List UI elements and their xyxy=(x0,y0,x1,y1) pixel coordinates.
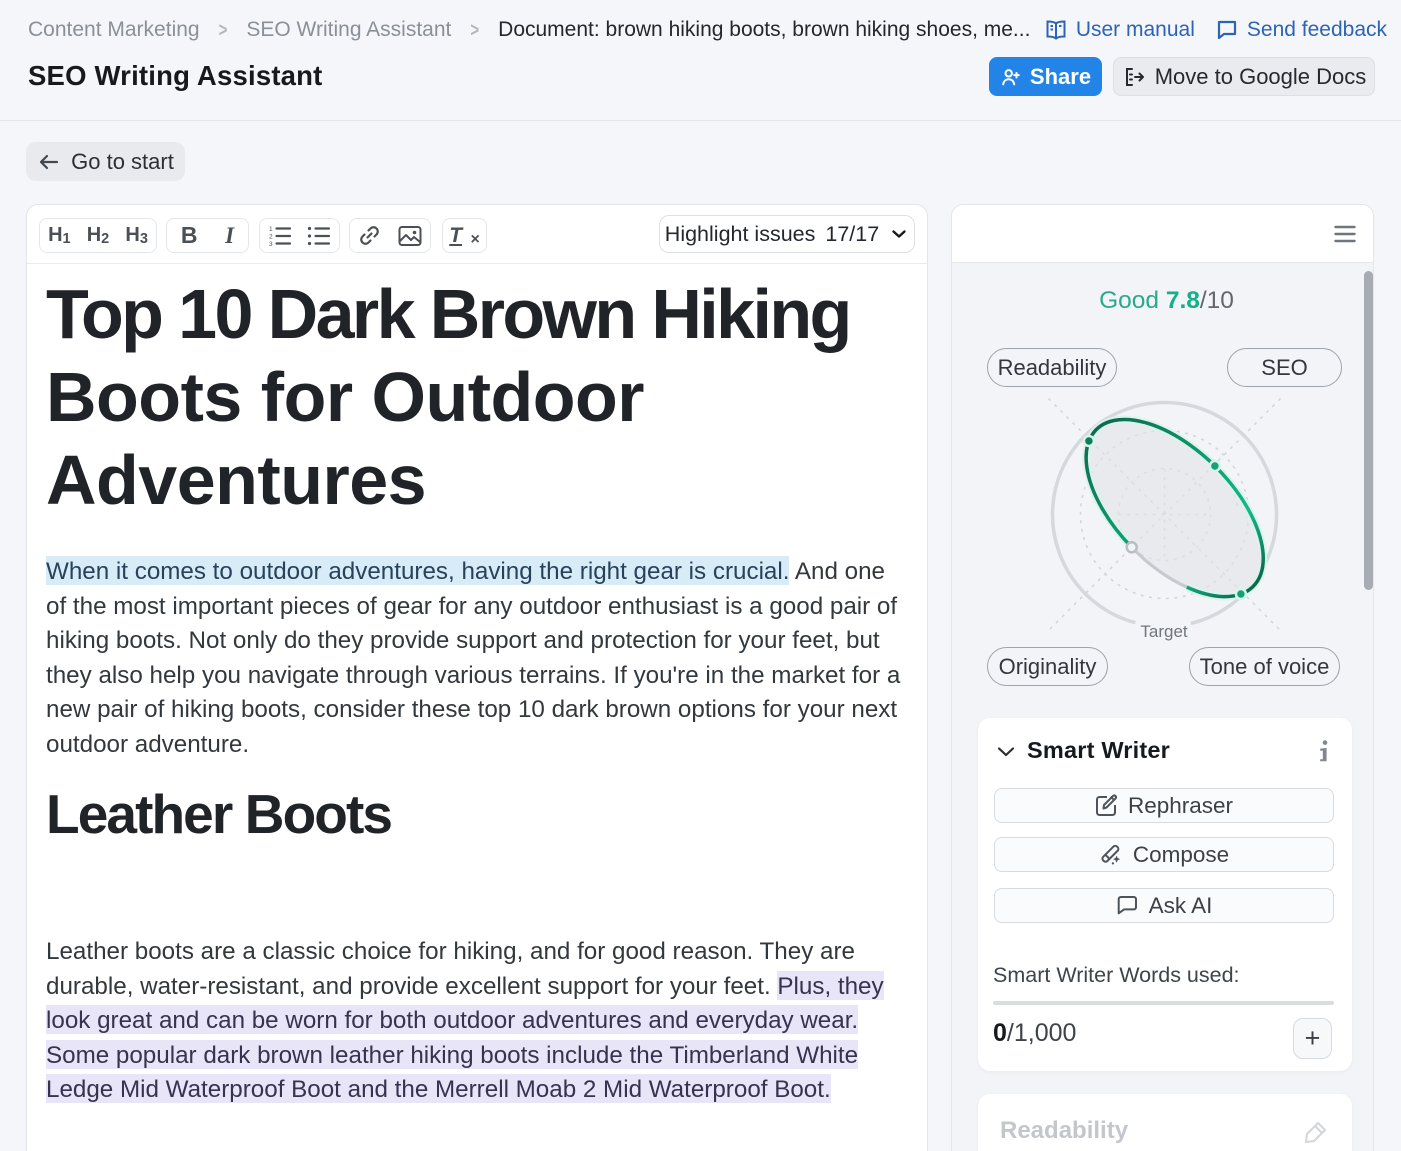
svg-text:2: 2 xyxy=(269,233,273,240)
svg-text:1: 1 xyxy=(269,226,273,233)
svg-text:3: 3 xyxy=(269,241,273,247)
